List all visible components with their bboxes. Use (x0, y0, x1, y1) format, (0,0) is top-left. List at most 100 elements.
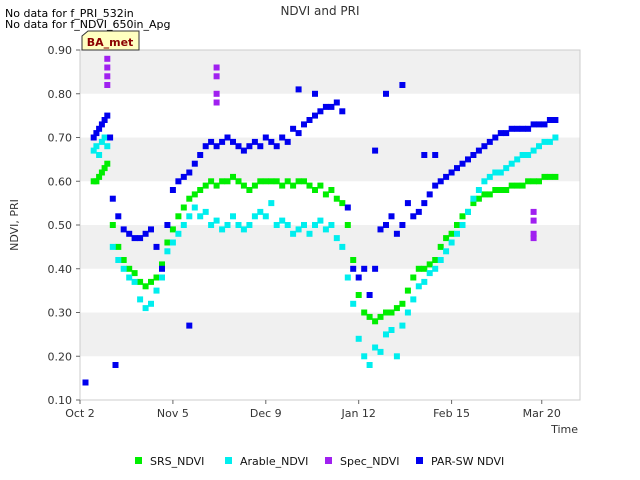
data-point (131, 235, 138, 242)
data-point (475, 147, 482, 154)
data-point (131, 278, 138, 285)
data-point (301, 121, 307, 128)
data-point (180, 204, 187, 211)
data-point (251, 138, 258, 145)
data-point (355, 292, 362, 298)
data-point (552, 173, 559, 180)
data-point (120, 257, 127, 263)
data-point (344, 204, 351, 211)
data-point (148, 300, 154, 307)
data-point (246, 187, 253, 193)
data-point (465, 156, 471, 163)
data-point (191, 204, 198, 211)
data-point (421, 200, 428, 207)
data-point (344, 222, 351, 228)
data-point (279, 182, 286, 189)
data-point (246, 143, 253, 150)
data-point (109, 243, 116, 250)
data-point (109, 222, 116, 228)
data-point (470, 195, 477, 202)
grid-band (80, 137, 580, 182)
data-point (180, 173, 187, 180)
data-point (175, 230, 182, 237)
data-point (426, 270, 433, 277)
data-point (230, 213, 236, 220)
data-point (530, 121, 537, 128)
data-point (115, 257, 122, 263)
data-point (109, 195, 116, 202)
data-point (169, 226, 176, 233)
data-point (153, 274, 160, 281)
data-point (328, 187, 335, 193)
data-point (541, 173, 548, 180)
data-point (230, 173, 236, 180)
data-point (443, 248, 450, 255)
data-point (481, 143, 488, 150)
data-point (257, 143, 264, 150)
data-point (202, 182, 209, 189)
data-point (273, 178, 280, 185)
data-point (333, 99, 340, 106)
data-point (197, 152, 204, 158)
data-point (295, 86, 302, 93)
data-point (503, 130, 510, 137)
data-point (399, 300, 406, 307)
data-point (257, 178, 264, 185)
ba-met-badge: BA_met (81, 30, 140, 51)
data-point (262, 134, 269, 141)
data-point (388, 213, 395, 220)
data-point (475, 195, 482, 202)
data-point (257, 208, 264, 215)
data-point (240, 147, 247, 154)
data-point (514, 182, 521, 189)
data-point (251, 213, 258, 220)
data-point (126, 265, 133, 272)
ndvi-pri-chart: 0.10 0.20 0.30 0.40 0.50 0.60 0.70 0.80 0.90 Oct… (8, 4, 581, 468)
data-point (415, 265, 422, 272)
data-point (350, 257, 357, 263)
data-point (415, 208, 422, 215)
data-point (443, 173, 450, 180)
y-axis: 0.10 0.20 0.30 0.40 0.50 0.60 0.70 0.80 0.90 (48, 44, 80, 407)
data-point (492, 134, 499, 141)
x-tick-label: Feb 15 (433, 407, 470, 420)
data-point (213, 64, 220, 71)
data-point (410, 296, 417, 303)
data-point (104, 82, 111, 88)
legend-item: Arable_NDVI (225, 455, 308, 468)
data-point (393, 230, 400, 237)
y-tick-label: 0.60 (48, 175, 73, 188)
data-point (224, 178, 231, 185)
data-point (219, 226, 226, 233)
data-point (317, 182, 324, 189)
data-point (437, 178, 444, 185)
data-point (159, 274, 165, 281)
data-point (273, 143, 280, 150)
data-point (355, 335, 362, 342)
data-point (481, 191, 488, 198)
data-point (366, 292, 373, 298)
data-point (164, 239, 171, 246)
data-point (186, 322, 193, 329)
data-point (104, 143, 111, 150)
data-point (383, 222, 389, 228)
data-point (186, 195, 193, 202)
legend-label: Spec_NDVI (340, 455, 400, 468)
data-point (508, 182, 515, 189)
data-point (208, 222, 215, 228)
data-point (312, 222, 318, 228)
data-point (350, 300, 357, 307)
data-point (148, 226, 154, 233)
data-point (383, 331, 389, 338)
data-point (388, 309, 395, 316)
data-point (333, 235, 340, 242)
data-point (454, 165, 460, 172)
data-point (372, 265, 379, 272)
legend-item: SRS_NDVI (135, 455, 204, 468)
data-point (213, 73, 220, 80)
data-point (448, 169, 455, 176)
y-tick-label: 0.40 (48, 263, 73, 276)
data-point (432, 152, 439, 158)
data-point (268, 138, 275, 145)
data-point (437, 243, 444, 250)
